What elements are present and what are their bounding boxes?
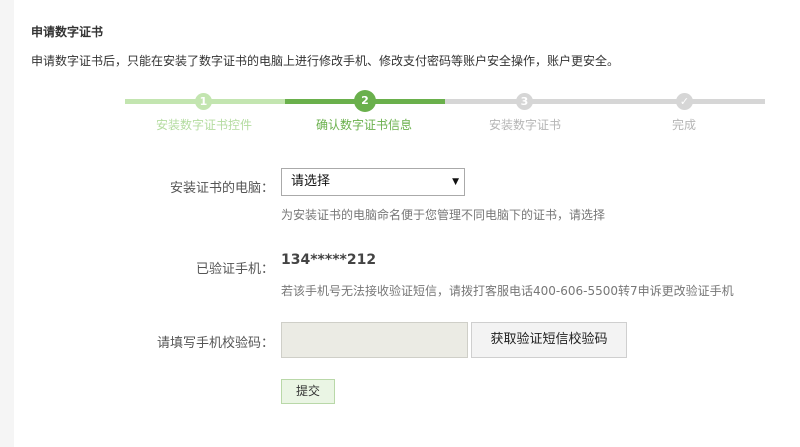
computer-label: 安装证书的电脑：	[169, 181, 274, 196]
submit-button[interactable]: 提交	[281, 379, 335, 404]
page-title: 申请数字证书	[31, 25, 104, 39]
verify-code-input[interactable]	[281, 322, 468, 358]
phone-label: 已验证手机：	[195, 262, 274, 277]
computer-hint: 为安装证书的电脑命名便于您管理不同电脑下的证书，请选择	[281, 208, 606, 222]
step-4-label: 完成	[671, 118, 696, 132]
computer-select-value: 请选择	[291, 174, 331, 189]
step-2-circle: 2	[354, 90, 376, 112]
check-icon: ✓	[676, 93, 693, 110]
get-code-button[interactable]: 获取验证短信校验码	[471, 322, 627, 358]
page-description: 申请数字证书后，只能在安装了数字证书的电脑上进行修改手机、修改支付密码等账户安全…	[31, 54, 620, 68]
step-1-circle: 1	[195, 93, 212, 110]
step-1-label: 安装数字证书控件	[155, 118, 252, 132]
phone-value: 134*****212	[281, 252, 377, 268]
cert-panel: 申请数字证书 申请数字证书后，只能在安装了数字证书的电脑上进行修改手机、修改支付…	[14, 0, 800, 447]
phone-hint: 若该手机号无法接收验证短信，请拨打客服电话400-606-5500转7申诉更改验…	[281, 284, 734, 298]
verify-code-label: 请填写手机校验码：	[156, 336, 274, 351]
step-3-circle: 3	[516, 93, 533, 110]
step-3-label: 安装数字证书	[488, 118, 561, 132]
chevron-down-icon: ▼	[452, 177, 459, 187]
progress-steps: 1 2 3 ✓ 安装数字证书控件 确认数字证书信息 安装数字证书 完成	[14, 88, 800, 138]
step-2-label: 确认数字证书信息	[315, 118, 412, 132]
computer-select[interactable]: 请选择 ▼	[281, 168, 465, 196]
